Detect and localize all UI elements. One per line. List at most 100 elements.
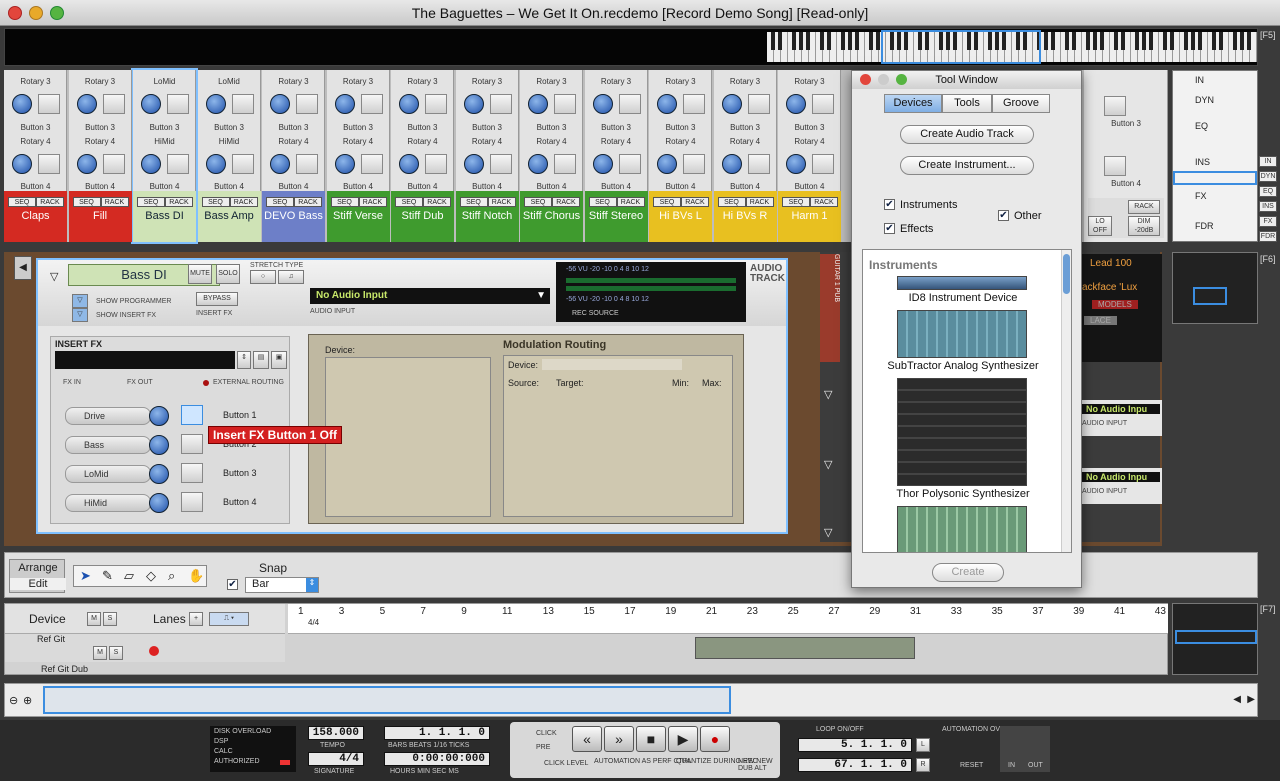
rotary-knob-icon[interactable] <box>463 154 484 174</box>
instruments-checkbox[interactable]: ✔ <box>884 199 895 210</box>
seq-button[interactable]: SEQ <box>459 197 488 207</box>
rotary-knob-icon[interactable] <box>270 94 290 114</box>
left-locator-button[interactable]: L <box>916 738 930 752</box>
scroll-left-icon[interactable]: ◀ <box>1233 694 1241 705</box>
rack-nav-selection[interactable] <box>1193 287 1227 305</box>
thor-label[interactable]: Thor Polysonic Synthesizer <box>863 488 1063 500</box>
add-lane-button[interactable]: + <box>189 612 203 626</box>
pencil-tool-icon[interactable]: ✎ <box>102 568 113 584</box>
black-key[interactable] <box>820 32 824 50</box>
tab-groove[interactable]: Groove <box>992 94 1050 113</box>
strip-button[interactable] <box>296 154 318 174</box>
signature-display[interactable]: 4/4 <box>308 752 364 766</box>
lane-type-select[interactable]: ⎍ ▾ <box>209 612 249 626</box>
rotary-knob-icon[interactable] <box>334 94 355 114</box>
channel-name[interactable]: Bass DI <box>133 210 196 222</box>
fold-arrow-icon[interactable]: ▽ <box>50 270 58 283</box>
tempo-display[interactable]: 158.000 <box>308 726 364 740</box>
black-key[interactable] <box>1065 32 1069 50</box>
channel-name[interactable]: Stiff Chorus <box>520 210 583 222</box>
channel-name[interactable]: Stiff Dub <box>391 210 454 222</box>
black-key[interactable] <box>1233 32 1237 50</box>
channel-name-plate[interactable]: SEQ RACK Hi BVs L <box>649 191 712 242</box>
rotary-knob-icon[interactable] <box>76 94 97 114</box>
seq-button[interactable]: SEQ <box>653 197 681 207</box>
seq-nav-selection[interactable] <box>1175 630 1257 644</box>
bypass-button[interactable]: BYPASS <box>196 292 238 306</box>
mute-button[interactable]: MUTE <box>188 264 212 284</box>
arrange-mode-button[interactable]: Arrange <box>10 562 66 574</box>
audio-clip[interactable] <box>695 637 915 659</box>
seq-button[interactable]: SEQ <box>8 197 36 207</box>
razor-tool-icon[interactable]: ◇ <box>146 568 156 584</box>
seq-button[interactable]: SEQ <box>266 197 294 207</box>
rack-button[interactable]: RACK <box>358 197 387 207</box>
magnify-tool-icon[interactable]: ⌕ <box>168 568 175 584</box>
rack-button[interactable]: RACK <box>423 197 451 207</box>
seq-button[interactable]: SEQ <box>717 197 746 207</box>
left-locator-display[interactable]: 5. 1. 1. 0 <box>798 738 912 752</box>
rotary-knob-icon[interactable] <box>399 94 419 114</box>
fold-icon-2[interactable]: ▽ <box>824 458 832 471</box>
play-button[interactable]: ▶ <box>668 726 698 752</box>
loop-label[interactable]: LOOP ON/OFF <box>816 726 864 733</box>
track-row-1[interactable]: Ref Git M S <box>5 634 285 662</box>
strip-button[interactable] <box>747 94 770 114</box>
audio-input-select[interactable]: No Audio Input ▼ <box>310 288 550 304</box>
black-key[interactable] <box>855 32 859 50</box>
black-key[interactable] <box>1114 32 1118 50</box>
black-key[interactable] <box>1184 32 1188 50</box>
id8-thumbnail[interactable] <box>897 276 1027 290</box>
rack-button[interactable]: RACK <box>616 197 645 207</box>
channel-name[interactable]: Stiff Stereo <box>585 210 648 222</box>
rack-button[interactable]: RACK <box>487 197 516 207</box>
sequencer-navigator[interactable] <box>1172 603 1258 675</box>
channel-name[interactable]: Stiff Notch <box>456 210 519 222</box>
rack-button[interactable]: RACK <box>229 197 258 207</box>
channel-name[interactable]: Stiff Verse <box>327 210 390 222</box>
channel-name-plate[interactable]: SEQ RACK Stiff Chorus <box>520 191 583 242</box>
channel-name-plate[interactable]: SEQ RACK Bass Amp <box>197 191 261 242</box>
tab-in[interactable]: IN <box>1259 156 1277 167</box>
tool-window-close-button[interactable] <box>860 74 871 85</box>
solo-all-button[interactable]: S <box>103 612 117 626</box>
rack-fold-icon[interactable]: ◀ <box>14 256 32 280</box>
effects-checkbox[interactable]: ✔ <box>884 223 895 234</box>
rotary-knob-icon[interactable] <box>592 94 613 114</box>
strip-button[interactable] <box>231 154 254 174</box>
rotary-knob-icon[interactable] <box>786 94 806 114</box>
rack-navigator[interactable] <box>1172 252 1258 324</box>
strip-button[interactable] <box>360 94 383 114</box>
rack-button[interactable]: RACK <box>552 197 580 207</box>
tool-window-minimize-button[interactable] <box>878 74 889 85</box>
reset-label[interactable]: RESET <box>960 762 983 769</box>
track-1-mute[interactable]: M <box>93 646 107 660</box>
snap-checkbox[interactable]: ✔ <box>227 579 238 590</box>
rack-button[interactable]: RACK <box>165 197 193 207</box>
list-scrollbar[interactable] <box>1061 250 1071 552</box>
record-enable-icon[interactable] <box>149 646 159 656</box>
seq-button[interactable]: SEQ <box>588 197 617 207</box>
dim-button[interactable]: DIM -20dB <box>1128 216 1160 236</box>
rotary-knob-icon[interactable] <box>76 154 97 174</box>
fx-knob-icon[interactable] <box>149 406 169 426</box>
strip-button[interactable] <box>360 154 383 174</box>
tool-window-titlebar[interactable]: Tool Window <box>852 71 1081 89</box>
strip-button[interactable] <box>489 154 512 174</box>
rotary-knob-icon[interactable] <box>334 154 355 174</box>
tab-ins[interactable]: INS <box>1259 201 1277 212</box>
black-key[interactable] <box>841 32 845 50</box>
create-instrument-button[interactable]: Create Instrument... <box>900 156 1034 175</box>
fold-icon-1[interactable]: ▽ <box>824 388 832 401</box>
patch-scroll-icon[interactable]: ⇕ <box>237 351 251 369</box>
rotary-knob-icon[interactable] <box>270 154 290 174</box>
next-device-thumbnail[interactable] <box>897 506 1027 552</box>
strip-button[interactable] <box>683 94 705 114</box>
master-button-4[interactable] <box>1104 156 1126 176</box>
strip-button[interactable] <box>425 154 447 174</box>
strip-button[interactable] <box>554 154 576 174</box>
black-key[interactable] <box>1093 32 1097 50</box>
channel-name[interactable]: Harm 1 <box>778 210 841 222</box>
rotary-knob-icon[interactable] <box>463 94 484 114</box>
time-display[interactable]: 0:00:00:000 <box>384 752 490 766</box>
